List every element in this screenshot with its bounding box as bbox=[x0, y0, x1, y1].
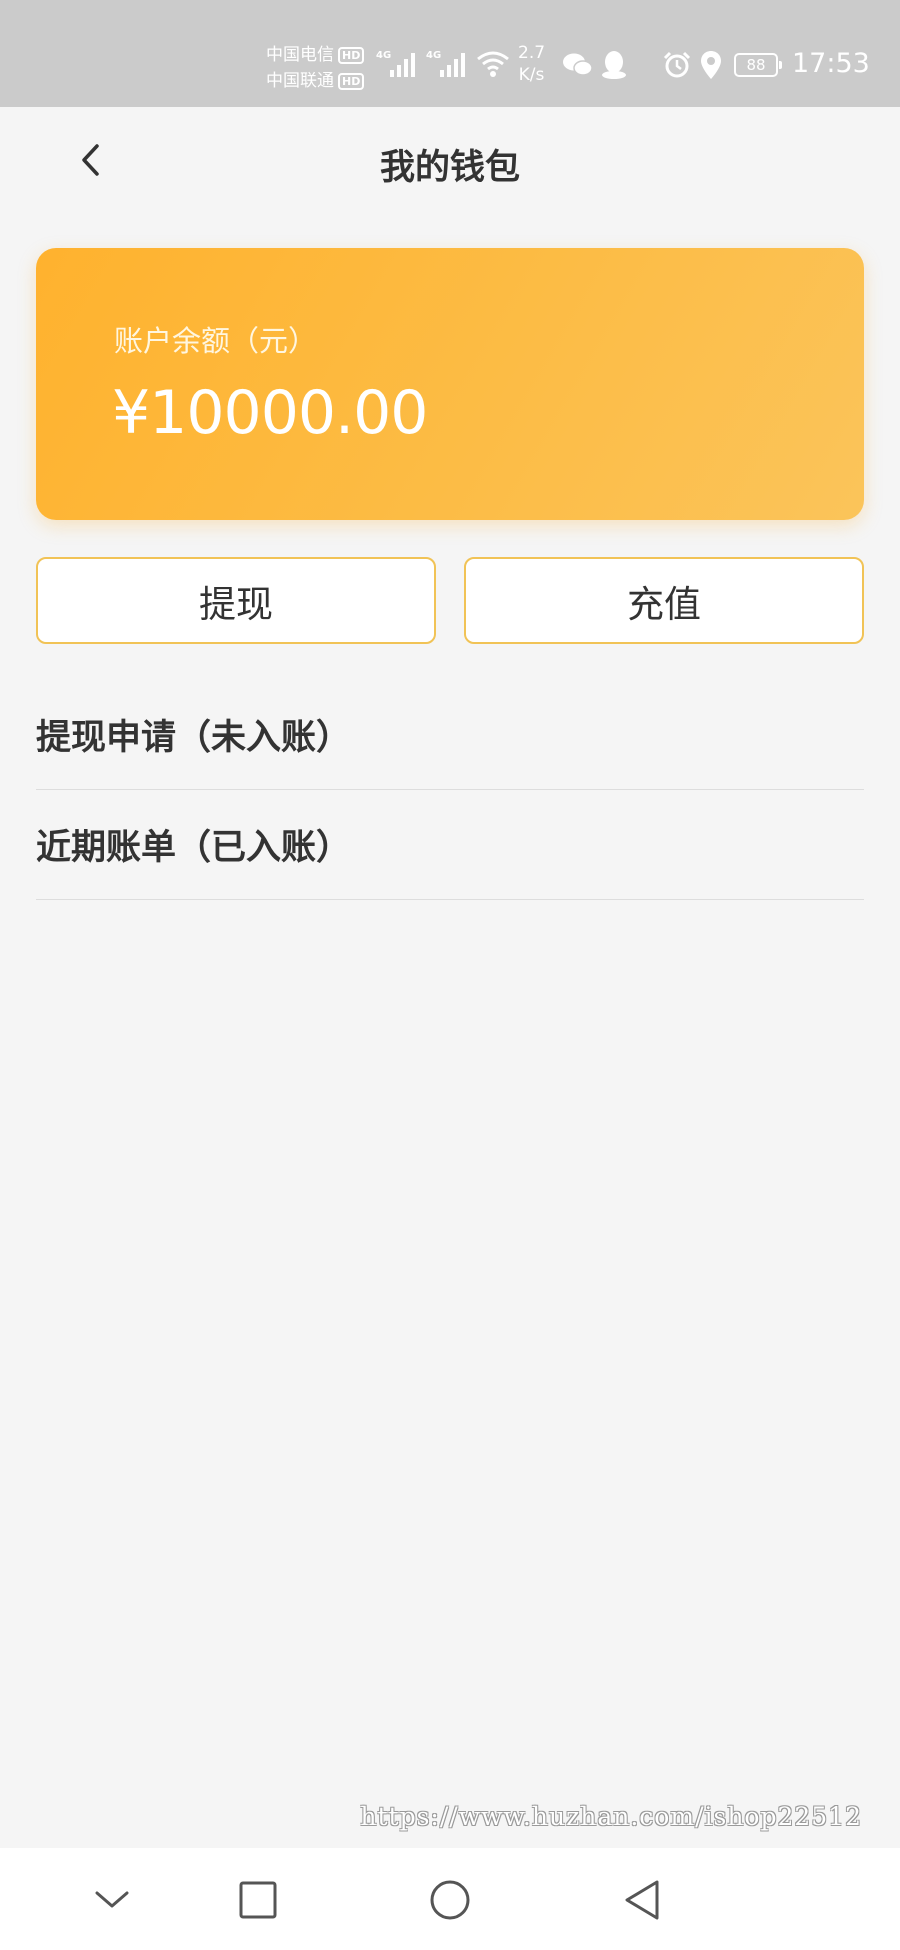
page-title: 我的钱包 bbox=[379, 148, 520, 188]
qq-icon bbox=[602, 51, 626, 79]
triangle-back-icon bbox=[625, 1880, 659, 1920]
square-icon bbox=[239, 1881, 277, 1919]
carrier-2-label: 中国联通 bbox=[266, 71, 334, 91]
balance-amount: ¥10000.00 bbox=[112, 378, 428, 448]
wifi-icon bbox=[477, 51, 509, 77]
speed-value: 2.7 bbox=[518, 43, 546, 63]
network-speed: 2.7 K/s bbox=[518, 42, 545, 86]
signal-icon bbox=[440, 53, 465, 77]
nav-home-button[interactable] bbox=[420, 1870, 480, 1930]
nav-recents-button[interactable] bbox=[228, 1870, 288, 1930]
status-bar: 中国电信 HD 中国联通 HD 4G 4G 2.7 K/s 88 17:53 bbox=[0, 0, 900, 107]
battery-icon: 88 bbox=[734, 53, 782, 77]
speed-unit: K/s bbox=[518, 65, 545, 85]
hd-badge: HD bbox=[338, 72, 365, 90]
status-time: 17:53 bbox=[792, 48, 870, 79]
circle-icon bbox=[430, 1880, 470, 1920]
watermark-text: https://www.huzhan.com/ishop22512 bbox=[360, 1802, 862, 1831]
system-nav-bar bbox=[0, 1848, 900, 1950]
location-icon bbox=[701, 51, 721, 79]
chevron-down-icon bbox=[95, 1891, 129, 1908]
carrier-1-label: 中国电信 bbox=[266, 45, 334, 65]
nav-back-button[interactable] bbox=[612, 1870, 672, 1930]
balance-card: 账户余额（元） ¥10000.00 bbox=[36, 248, 864, 520]
hd-badge: HD bbox=[338, 46, 365, 64]
signal-icon bbox=[390, 53, 415, 77]
list-item-withdraw-requests[interactable]: 提现申请（未入账） bbox=[36, 680, 864, 790]
page-header: 我的钱包 bbox=[0, 107, 900, 217]
withdraw-button[interactable]: 提现 bbox=[36, 557, 436, 644]
balance-label: 账户余额（元） bbox=[114, 324, 318, 358]
wechat-icon bbox=[563, 53, 593, 76]
nav-hide-button[interactable] bbox=[82, 1870, 142, 1930]
list-item-recent-bills[interactable]: 近期账单（已入账） bbox=[36, 790, 864, 900]
alarm-icon bbox=[663, 51, 691, 78]
carrier-info: 中国电信 HD 中国联通 HD bbox=[266, 42, 365, 94]
recharge-button[interactable]: 充值 bbox=[464, 557, 864, 644]
